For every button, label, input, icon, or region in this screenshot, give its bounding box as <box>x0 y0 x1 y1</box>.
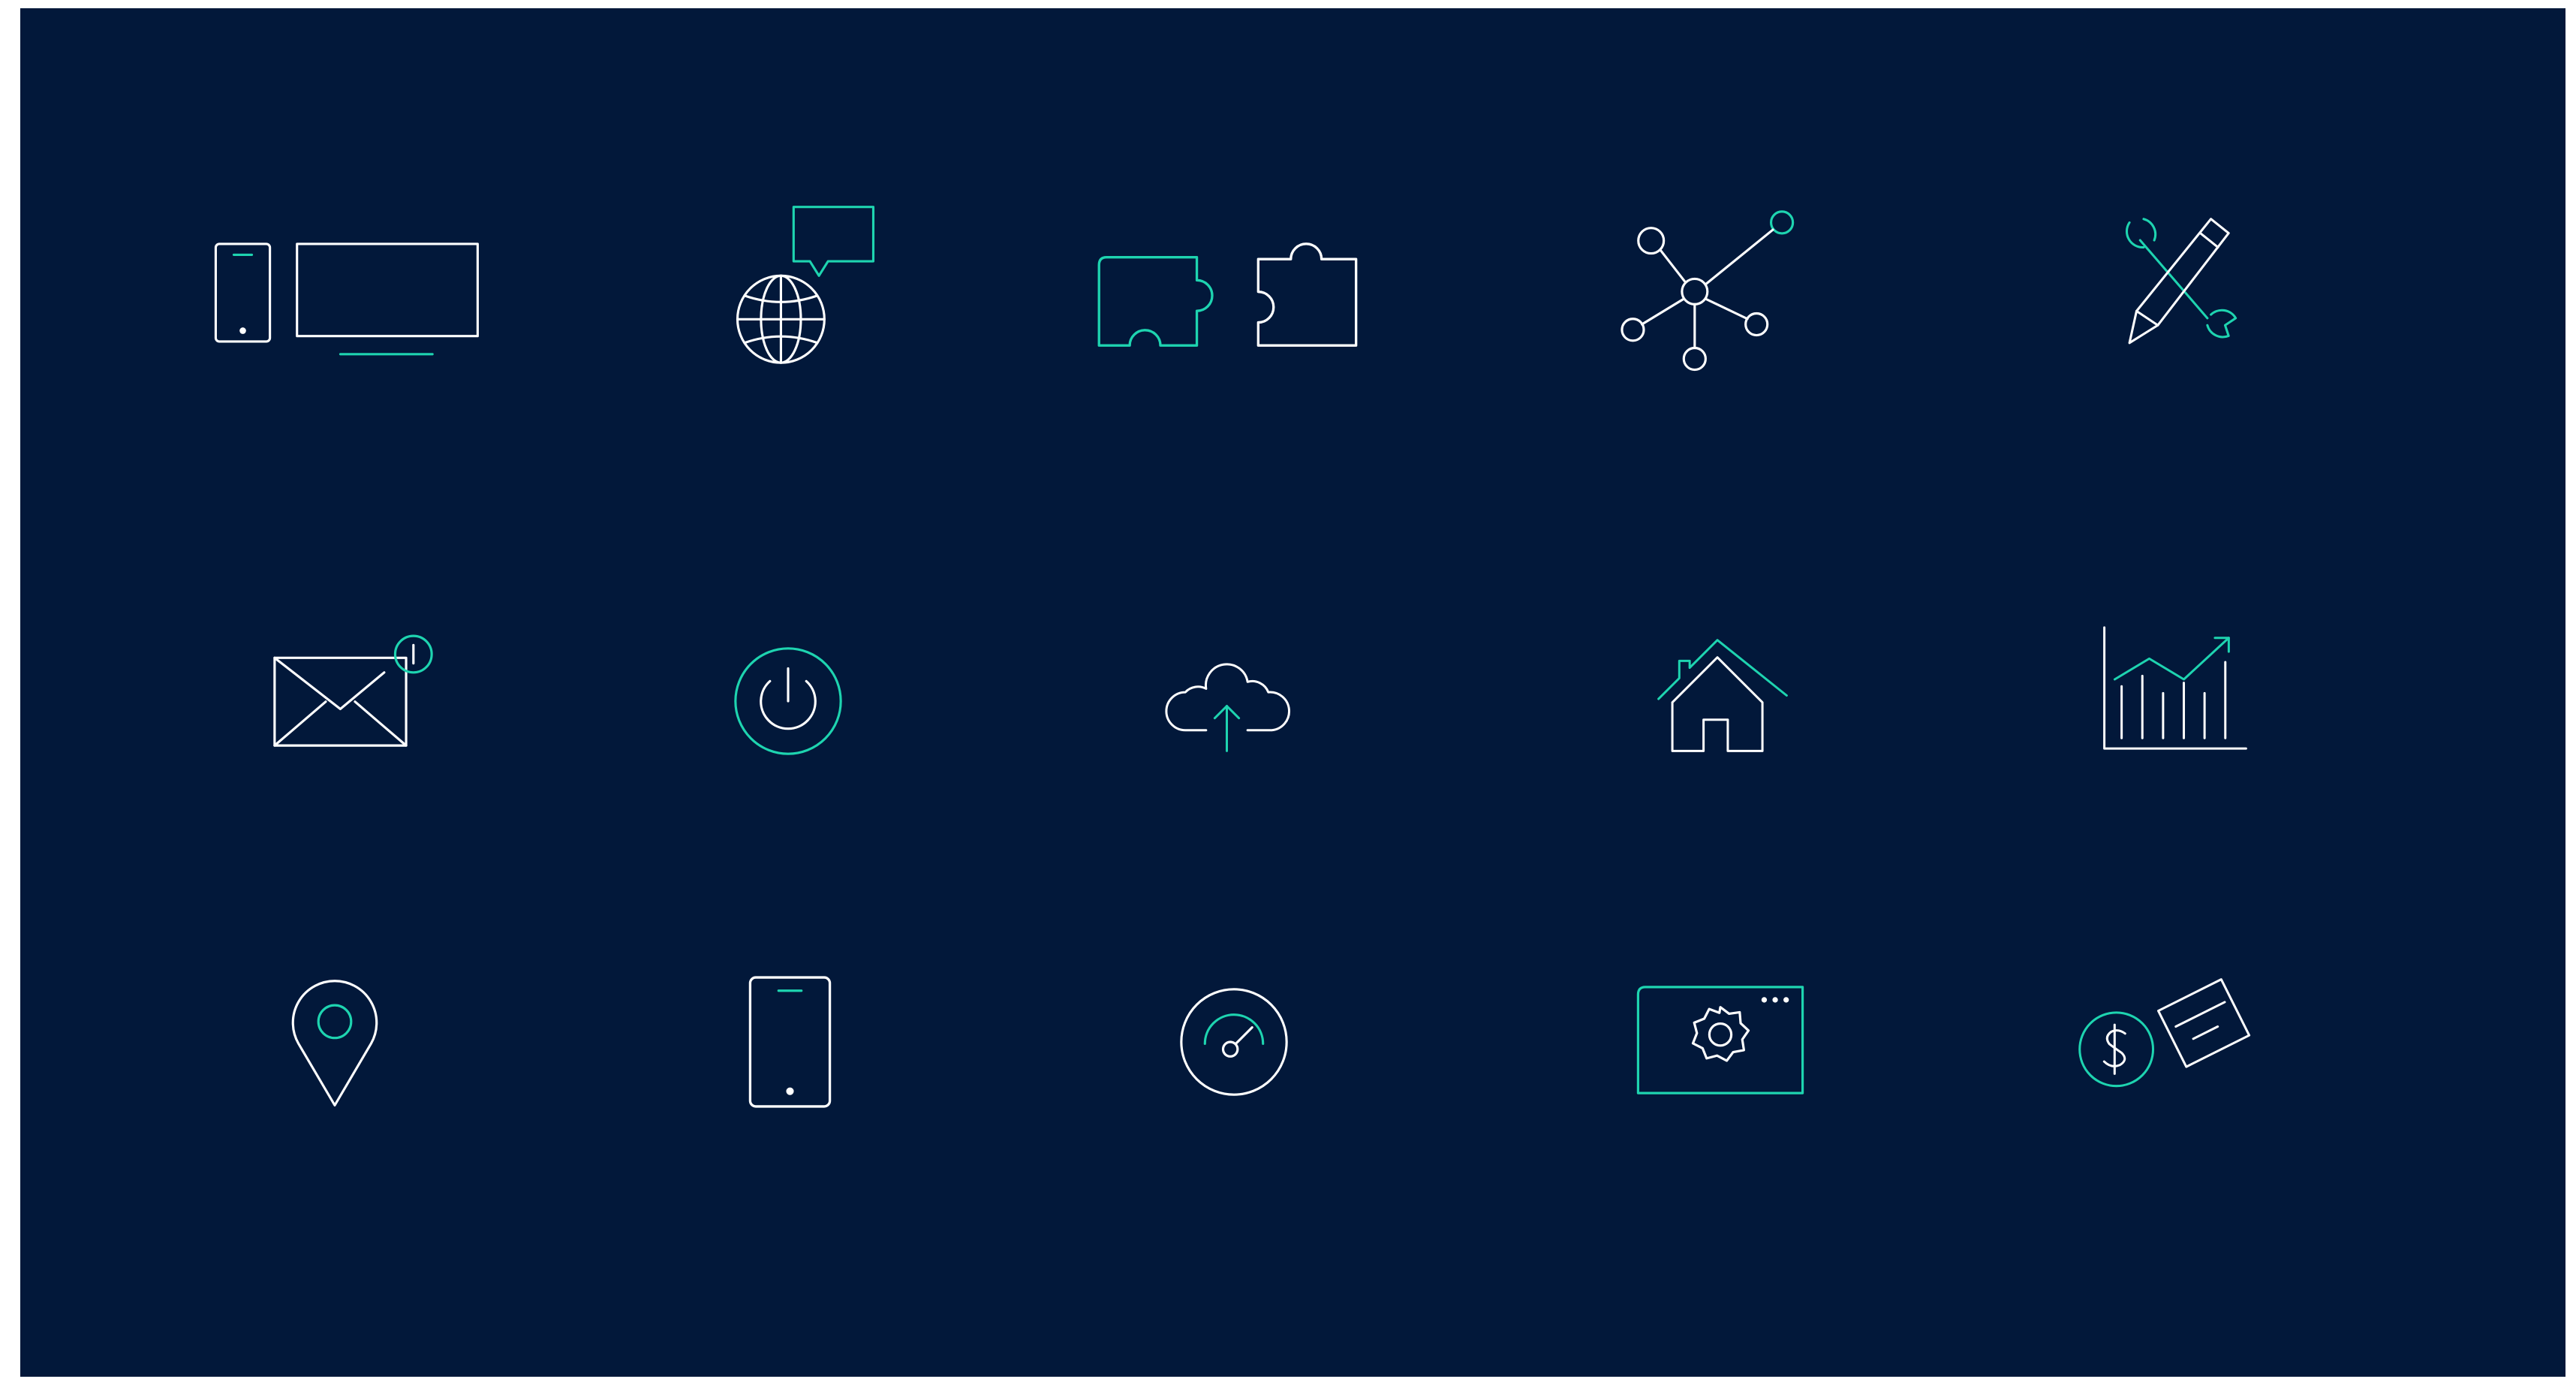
browser-settings-icon <box>1636 986 1804 1094</box>
speedometer-icon <box>1180 988 1288 1096</box>
globe-chat-icon <box>736 206 875 364</box>
cloud-upload-icon <box>1165 663 1290 752</box>
mail-notification-icon <box>273 634 433 747</box>
devices-icon <box>214 242 479 356</box>
network-nodes-icon <box>1621 210 1795 372</box>
location-pin-icon <box>291 980 378 1106</box>
tools-pencil-wrench-icon <box>2126 218 2237 345</box>
payment-card-icon <box>2078 978 2251 1088</box>
puzzle-pieces-icon <box>1097 242 1358 347</box>
power-icon <box>734 647 842 755</box>
home-icon <box>1657 639 1788 752</box>
growth-chart-icon <box>2103 626 2247 750</box>
icon-grid-panel <box>20 8 2565 1377</box>
smartphone-icon <box>748 976 832 1108</box>
